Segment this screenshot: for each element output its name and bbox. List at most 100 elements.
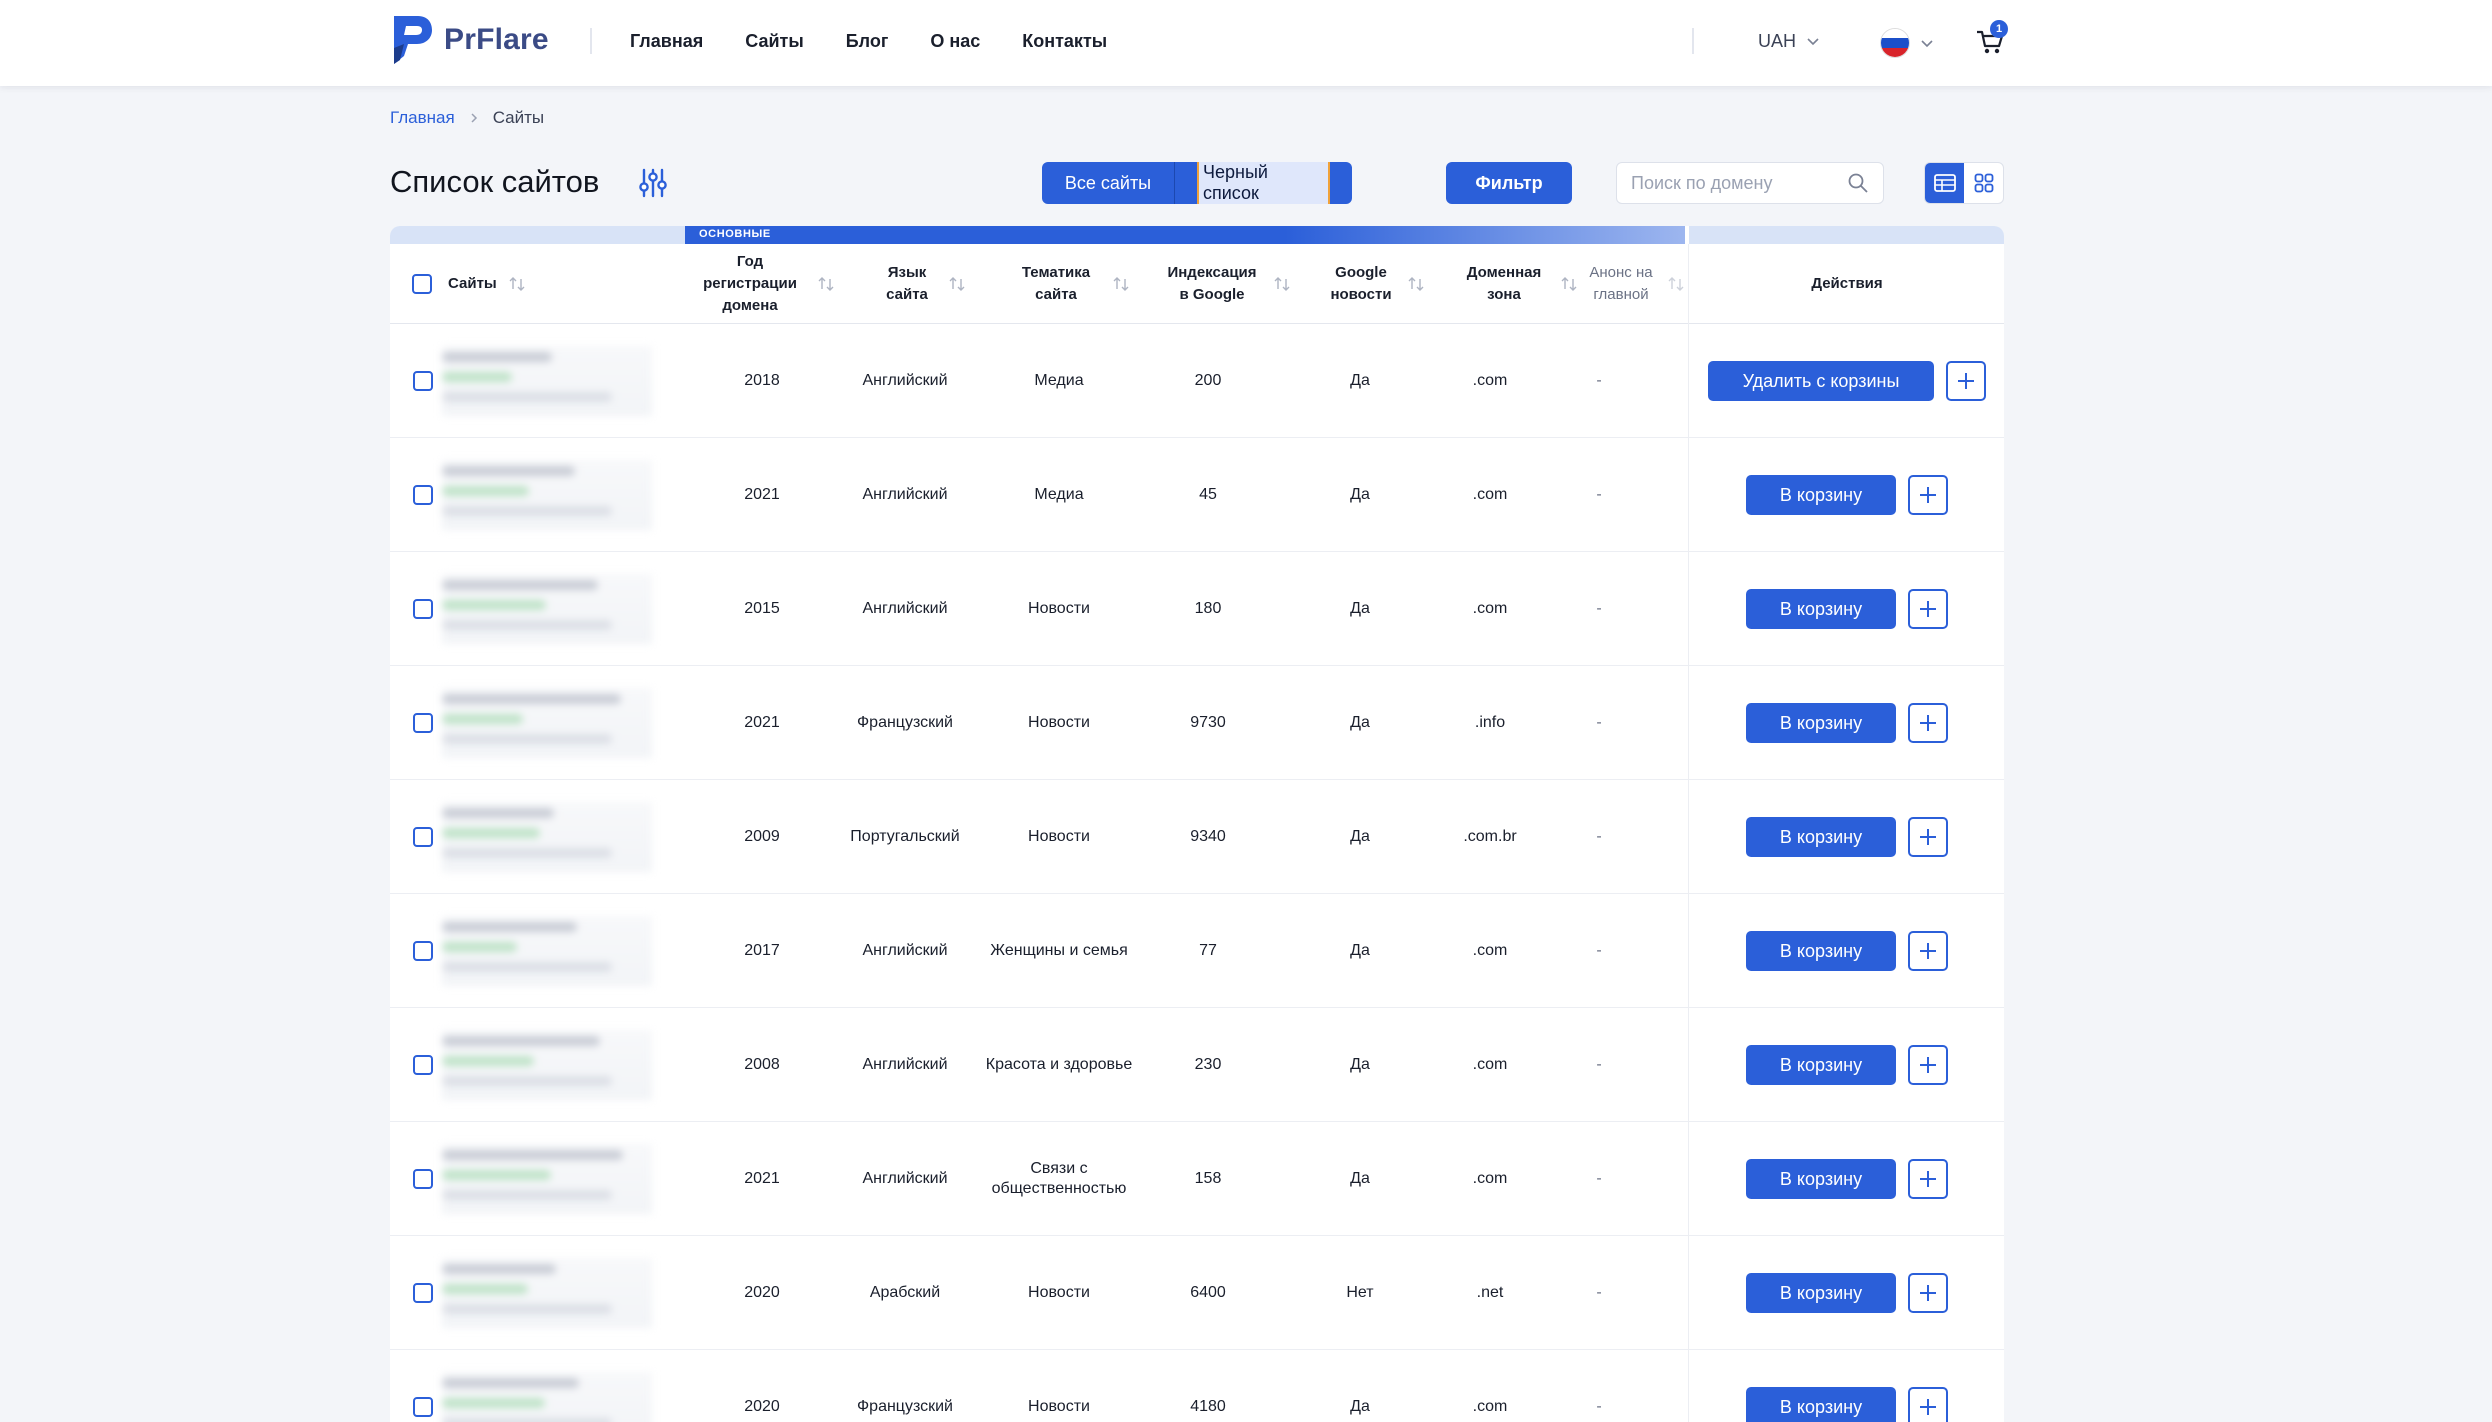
expand-row-button[interactable]	[1908, 703, 1948, 743]
sort-icon[interactable]	[816, 274, 836, 294]
plus-icon	[1920, 943, 1936, 959]
cell-language: Французский	[857, 1398, 953, 1415]
add-to-cart-button[interactable]: В корзину	[1746, 703, 1896, 743]
row-checkbox[interactable]	[413, 827, 433, 847]
expand-row-button[interactable]	[1908, 817, 1948, 857]
select-all-checkbox[interactable]	[412, 274, 432, 294]
remove-from-cart-button[interactable]: Удалить с корзины	[1708, 361, 1934, 401]
row-checkbox[interactable]	[413, 713, 433, 733]
expand-row-button[interactable]	[1908, 931, 1948, 971]
sort-icon[interactable]	[507, 274, 527, 294]
cell-topic: Новости	[1028, 1398, 1090, 1415]
nav-blog[interactable]: Блог	[846, 26, 889, 56]
sort-icon[interactable]	[1666, 274, 1686, 294]
filter-button[interactable]: Фильтр	[1446, 162, 1572, 204]
cell-topic: Связи с общественностью	[991, 1160, 1127, 1197]
cell-topic: Новости	[1028, 1284, 1090, 1301]
row-checkbox[interactable]	[413, 1397, 433, 1417]
sort-icon[interactable]	[947, 274, 967, 294]
cell-select	[412, 1008, 434, 1122]
row-checkbox[interactable]	[413, 1169, 433, 1189]
column-group-main: ОСНОВНЫЕ	[685, 226, 1685, 244]
site-info-obscured	[442, 460, 652, 530]
header-reg-year-label: Год регистрации домена	[703, 253, 797, 314]
logo-icon	[394, 16, 432, 64]
cell-topic: Новости	[1028, 714, 1090, 731]
sort-icon[interactable]	[1111, 274, 1131, 294]
cell-zone: .com	[1472, 372, 1508, 389]
add-to-cart-button[interactable]: В корзину	[1746, 1273, 1896, 1313]
tab-all-sites[interactable]: Все сайты	[1042, 162, 1174, 204]
add-to-cart-button[interactable]: В корзину	[1746, 589, 1896, 629]
expand-row-button[interactable]	[1908, 1159, 1948, 1199]
expand-row-button[interactable]	[1908, 589, 1948, 629]
cell-indexation: 6400	[1190, 1284, 1226, 1301]
table-row: 2009 Португальский Новости 9340 Да .com.br - В …	[390, 780, 2004, 894]
band-gap	[1685, 226, 1689, 244]
domain-search-input[interactable]	[1631, 172, 1841, 194]
cell-language: Английский	[862, 1056, 948, 1073]
site-info-obscured	[442, 574, 652, 644]
table-row: 2018 Английский Медиа 200 Да .com - Удалить с к…	[390, 324, 2004, 438]
add-to-cart-button[interactable]: В корзину	[1746, 1387, 1896, 1422]
language-select[interactable]	[1880, 28, 1934, 58]
expand-row-button[interactable]	[1908, 1387, 1948, 1422]
row-checkbox[interactable]	[413, 371, 433, 391]
expand-row-button[interactable]	[1946, 361, 1986, 401]
cell-reg-year: 2009	[744, 828, 780, 845]
cell-google-news: Да	[1350, 372, 1370, 389]
row-checkbox[interactable]	[413, 599, 433, 619]
table-view-button[interactable]	[1925, 163, 1964, 203]
row-checkbox[interactable]	[413, 941, 433, 961]
cell-announce: -	[1596, 486, 1602, 503]
cell-reg-year: 2008	[744, 1056, 780, 1073]
sort-icon[interactable]	[1272, 274, 1292, 294]
plus-icon	[1920, 1171, 1936, 1187]
header-sites-label: Сайты	[448, 275, 497, 292]
search-icon[interactable]	[1847, 172, 1869, 194]
sort-icon[interactable]	[1559, 274, 1579, 294]
nav-about[interactable]: О нас	[930, 26, 980, 56]
row-checkbox[interactable]	[413, 485, 433, 505]
add-to-cart-button[interactable]: В корзину	[1746, 475, 1896, 515]
add-to-cart-button[interactable]: В корзину	[1746, 931, 1896, 971]
add-to-cart-button[interactable]: В корзину	[1746, 817, 1896, 857]
cell-zone: .net	[1476, 1284, 1504, 1301]
cell-actions: В корзину	[1690, 1122, 2004, 1236]
header-indexation-label: Индексация в Google	[1167, 264, 1257, 303]
cell-google-news: Да	[1350, 942, 1370, 959]
add-to-cart-button[interactable]: В корзину	[1746, 1045, 1896, 1085]
nav-contacts[interactable]: Контакты	[1022, 26, 1107, 56]
add-to-cart-button[interactable]: В корзину	[1746, 1159, 1896, 1199]
grid-view-button[interactable]	[1964, 163, 2003, 203]
cell-indexation: 9730	[1190, 714, 1226, 731]
expand-row-button[interactable]	[1908, 1045, 1948, 1085]
cell-actions: Удалить с корзины	[1690, 324, 2004, 438]
cell-announce: -	[1596, 828, 1602, 845]
chevron-down-icon	[1921, 40, 1933, 48]
cell-reg-year: 2018	[744, 372, 780, 389]
row-checkbox[interactable]	[413, 1283, 433, 1303]
cell-indexation: 180	[1194, 600, 1222, 617]
sort-icon[interactable]	[1406, 274, 1426, 294]
expand-row-button[interactable]	[1908, 475, 1948, 515]
table-header: Сайты Год регистрации домена Язык сайта …	[390, 244, 2004, 324]
cell-topic: Женщины и семья	[990, 942, 1128, 959]
nav-home[interactable]: Главная	[630, 26, 703, 56]
tab-blacklist[interactable]: Черный список	[1174, 162, 1352, 204]
row-checkbox[interactable]	[413, 1055, 433, 1075]
currency-select[interactable]: UAH	[1758, 26, 1820, 56]
cell-reg-year: 2017	[744, 942, 780, 959]
nav-sites[interactable]: Сайты	[745, 26, 803, 56]
column-settings-icon[interactable]	[636, 166, 670, 200]
header-google-news: Google новости	[1306, 244, 1446, 324]
cell-zone: .com	[1472, 1170, 1508, 1187]
site-info-obscured	[442, 1030, 652, 1100]
breadcrumb-home[interactable]: Главная	[390, 108, 455, 128]
cell-reg-year: 2020	[744, 1398, 780, 1415]
table-row: 2021 Французский Новости 9730 Да .info - В корз…	[390, 666, 2004, 780]
expand-row-button[interactable]	[1908, 1273, 1948, 1313]
table-row: 2020 Арабский Новости 6400 Нет .net - В корзину	[390, 1236, 2004, 1350]
logo[interactable]: PrFlare	[388, 10, 588, 70]
cell-announce: -	[1596, 372, 1602, 389]
